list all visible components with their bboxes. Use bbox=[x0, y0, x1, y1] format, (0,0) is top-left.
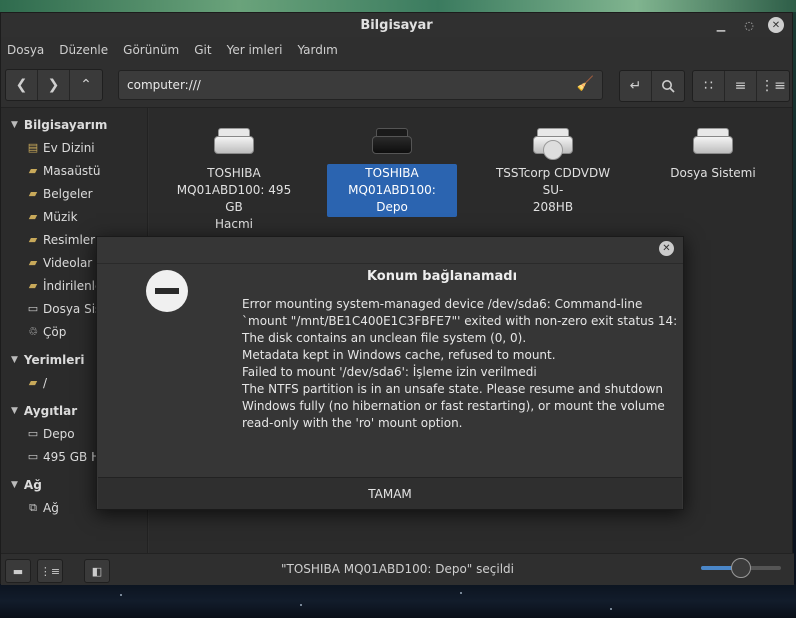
desktop-wallpaper-bottom bbox=[0, 584, 796, 618]
sidebar-item-music[interactable]: ▰ Müzik bbox=[1, 205, 147, 228]
sidebar-item-home[interactable]: ▤ Ev Dizini bbox=[1, 136, 147, 159]
hard-drive-icon: ▭ bbox=[27, 450, 39, 463]
menu-edit[interactable]: Düzenle bbox=[59, 43, 108, 57]
zoom-slider[interactable] bbox=[701, 558, 781, 578]
title-bar[interactable]: Bilgisayar ▁ ◌ ✕ bbox=[1, 13, 792, 37]
triangle-down-icon: ▼ bbox=[11, 406, 18, 416]
folder-icon: ▰ bbox=[28, 256, 38, 269]
dialog-title: Konum bağlanamadı bbox=[366, 269, 518, 284]
view-mode-group: ∷ ≡ ⋮≡ bbox=[692, 70, 790, 102]
icon-view-button[interactable]: ∷ bbox=[693, 71, 725, 101]
menu-go[interactable]: Git bbox=[194, 43, 211, 57]
desktop-wallpaper-top bbox=[0, 0, 796, 12]
error-dialog: ✕ Konum bağlanamadı Error mounting syste… bbox=[96, 236, 684, 510]
chevron-right-icon: ❯ bbox=[47, 76, 60, 93]
maximize-icon[interactable]: ◌ bbox=[740, 16, 758, 34]
close-icon[interactable]: ✕ bbox=[659, 241, 674, 256]
folder-icon: ▰ bbox=[28, 279, 38, 292]
triangle-down-icon: ▼ bbox=[11, 480, 18, 490]
message-line: The NTFS partition is in an unsafe state… bbox=[242, 382, 663, 396]
error-icon bbox=[146, 270, 188, 312]
toolbar: ❮ ❯ ⌃ computer:/// 🧹 ↵ ∷ ≡ ⋮≡ bbox=[1, 62, 792, 108]
location-input[interactable]: computer:/// 🧹 bbox=[118, 70, 603, 100]
message-line: Failed to mount '/dev/sda6': İşleme izin… bbox=[242, 365, 537, 379]
filesystem-drive-icon bbox=[691, 126, 735, 158]
drive-label: Dosya Sistemi bbox=[670, 166, 756, 180]
back-button[interactable]: ❮ bbox=[6, 69, 38, 100]
message-line: read-only with the 'ro' mount option. bbox=[242, 416, 463, 430]
folder-icon: ▰ bbox=[28, 233, 38, 246]
zoom-knob[interactable] bbox=[731, 558, 751, 578]
message-line: Error mounting system-managed device /de… bbox=[242, 297, 643, 311]
list-view-button[interactable]: ≡ bbox=[725, 71, 757, 101]
hard-drive-icon: ▭ bbox=[27, 302, 39, 315]
enter-arrow-icon: ↵ bbox=[629, 78, 642, 94]
triangle-down-icon: ▼ bbox=[11, 355, 18, 365]
clear-broom-icon[interactable]: 🧹 bbox=[577, 76, 594, 92]
forward-button[interactable]: ❯ bbox=[38, 69, 70, 100]
menu-bookmarks[interactable]: Yer imleri bbox=[227, 43, 283, 57]
sidebar-item-desktop[interactable]: ▰ Masaüstü bbox=[1, 159, 147, 182]
drive-label: TSSTcorp CDDVDW SU- 208HB bbox=[495, 166, 611, 214]
search-button[interactable] bbox=[652, 71, 684, 101]
nav-buttons: ❮ ❯ ⌃ bbox=[5, 68, 103, 101]
location-text: computer:/// bbox=[127, 78, 201, 92]
list-icon: ≡ bbox=[734, 78, 747, 94]
close-icon[interactable]: ✕ bbox=[768, 17, 784, 33]
grid-icon: ∷ bbox=[704, 78, 713, 94]
hard-drive-icon: ▭ bbox=[27, 427, 39, 440]
message-line: Windows fully (no hibernation or fast re… bbox=[242, 399, 665, 413]
menu-view[interactable]: Görünüm bbox=[123, 43, 179, 57]
menu-file[interactable]: Dosya bbox=[7, 43, 44, 57]
menu-bar: Dosya Düzenle Görünüm Git Yer imleri Yar… bbox=[1, 37, 792, 62]
message-line: `mount "/mnt/BE1C400E1C3FBFE7"' exited w… bbox=[242, 314, 678, 328]
folder-icon: ▰ bbox=[28, 164, 38, 177]
drive-item-depo[interactable]: TOSHIBA MQ01ABD100: Depo bbox=[327, 118, 457, 217]
drive-label: TOSHIBA MQ01ABD100: 495 GB Hacmi bbox=[176, 166, 292, 231]
drive-item-filesystem[interactable]: Dosya Sistemi bbox=[648, 118, 778, 183]
sidebar-item-documents[interactable]: ▰ Belgeler bbox=[1, 182, 147, 205]
home-folder-icon: ▤ bbox=[27, 141, 39, 154]
folder-icon: ▰ bbox=[28, 210, 38, 223]
trash-icon: ♲ bbox=[28, 325, 38, 338]
ok-button[interactable]: TAMAM bbox=[98, 477, 682, 509]
network-icon: ⧉ bbox=[29, 500, 37, 514]
toggle-group: ↵ bbox=[619, 70, 685, 102]
minimize-icon[interactable]: ▁ bbox=[712, 16, 730, 34]
window-title: Bilgisayar bbox=[360, 17, 433, 33]
message-line: The disk contains an unclean file system… bbox=[242, 331, 527, 345]
up-button[interactable]: ⌃ bbox=[70, 70, 102, 100]
folder-icon: ▰ bbox=[28, 376, 38, 389]
folder-icon: ▰ bbox=[28, 187, 38, 200]
chevron-up-icon: ⌃ bbox=[80, 76, 92, 93]
status-text: "TOSHIBA MQ01ABD100: Depo" seçildi bbox=[280, 562, 514, 576]
dialog-divider bbox=[97, 263, 683, 264]
dialog-message: Error mounting system-managed device /de… bbox=[242, 296, 678, 432]
toggle-location-button[interactable]: ↵ bbox=[620, 71, 652, 101]
status-bar: ▬ ⋮≡ ◧ "TOSHIBA MQ01ABD100: Depo" seçild… bbox=[1, 553, 794, 585]
menu-help[interactable]: Yardım bbox=[297, 43, 337, 57]
hard-drive-icon bbox=[370, 126, 414, 158]
message-line: Metadata kept in Windows cache, refused … bbox=[242, 348, 556, 362]
hard-drive-icon bbox=[212, 126, 256, 158]
drive-item-495gb[interactable]: TOSHIBA MQ01ABD100: 495 GB Hacmi bbox=[169, 118, 299, 234]
compact-view-button[interactable]: ⋮≡ bbox=[757, 71, 789, 101]
compact-list-icon: ⋮≡ bbox=[760, 78, 786, 94]
optical-drive-icon bbox=[531, 126, 575, 160]
drive-item-dvd[interactable]: TSSTcorp CDDVDW SU- 208HB bbox=[488, 118, 618, 217]
chevron-left-icon: ❮ bbox=[15, 76, 28, 93]
triangle-down-icon: ▼ bbox=[11, 120, 18, 130]
search-icon bbox=[662, 80, 675, 93]
drive-label-selected: TOSHIBA MQ01ABD100: Depo bbox=[327, 164, 457, 217]
sidebar-section-computer[interactable]: ▼ Bilgisayarım bbox=[1, 114, 147, 136]
